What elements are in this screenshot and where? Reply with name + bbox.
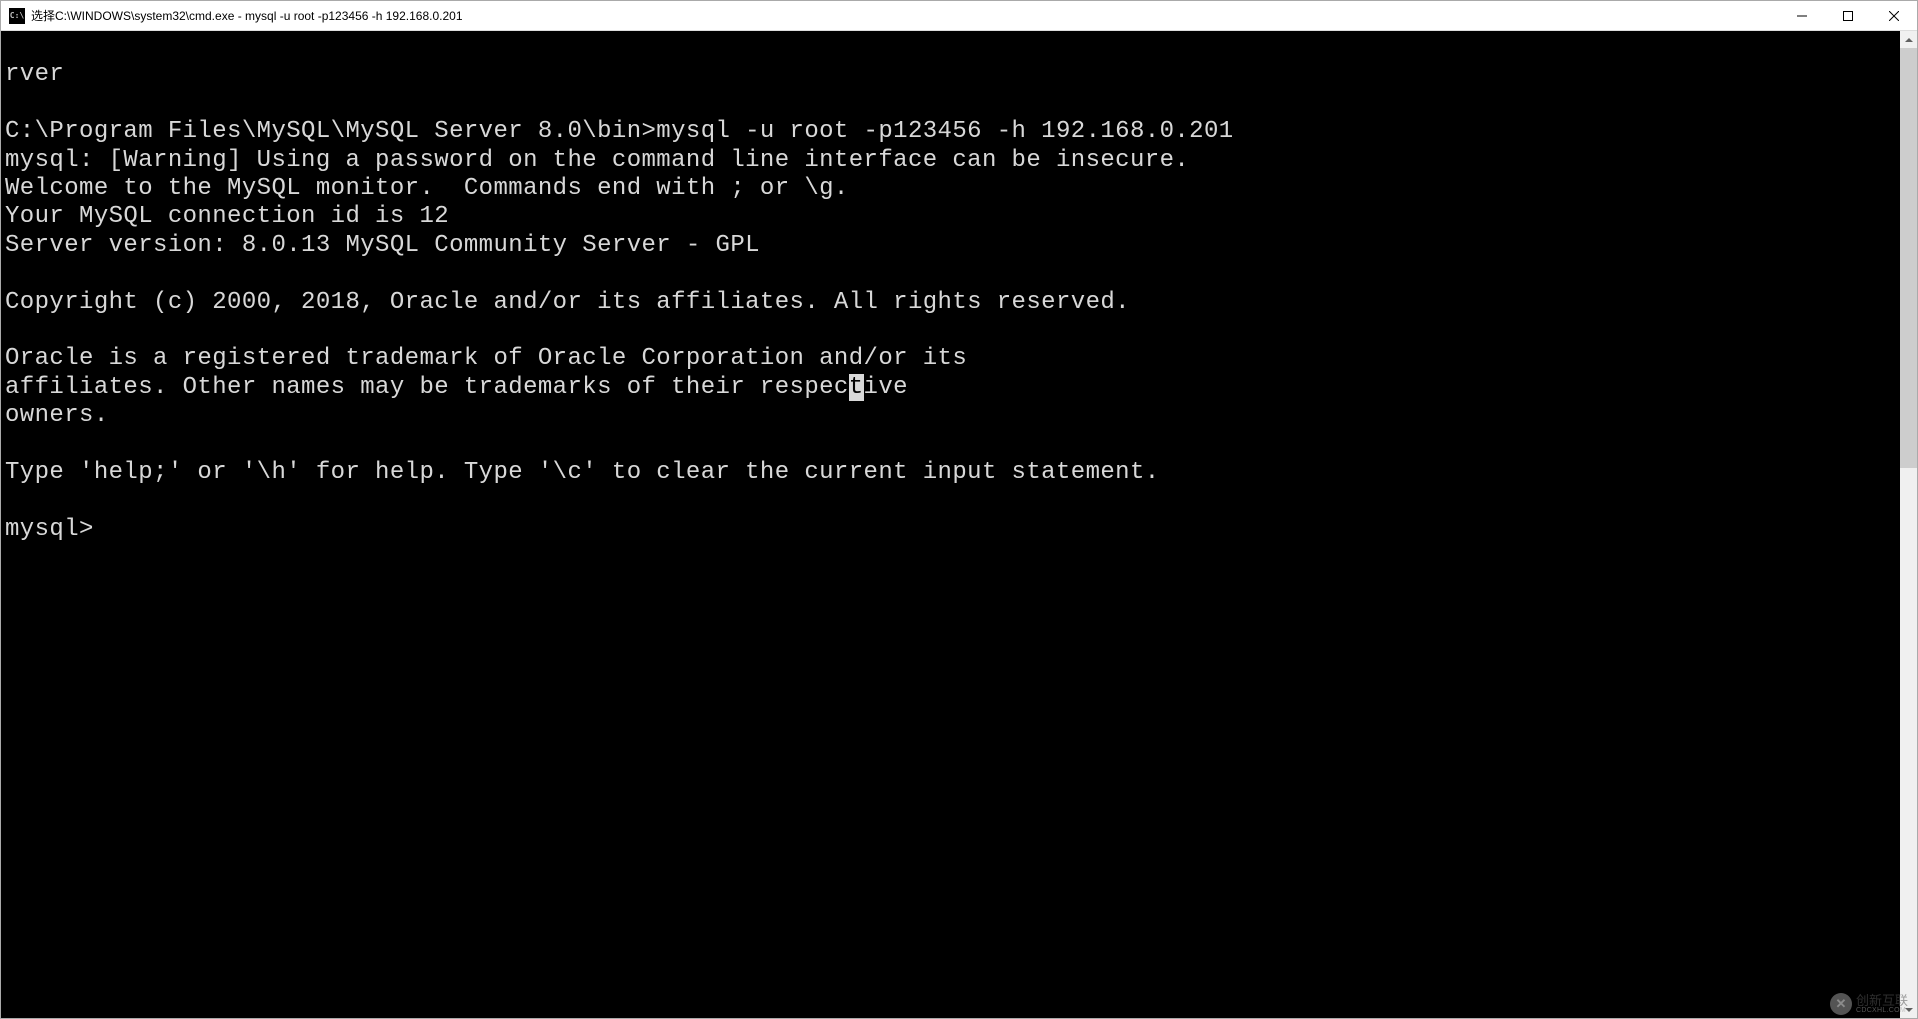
terminal-line-cursor: affiliates. Other names may be trademark… (5, 374, 908, 401)
scrollbar-thumb[interactable] (1900, 48, 1917, 468)
watermark-sub: CDCXHL.COM (1856, 1007, 1908, 1014)
terminal-line: owners. (5, 402, 109, 429)
terminal-output[interactable]: rver C:\Program Files\MySQL\MySQL Server… (1, 31, 1900, 1018)
terminal-wrapper: rver C:\Program Files\MySQL\MySQL Server… (1, 31, 1917, 1018)
scroll-up-button[interactable] (1900, 31, 1917, 48)
close-button[interactable] (1871, 1, 1917, 30)
window-controls (1779, 1, 1917, 30)
terminal-line: rver (5, 61, 64, 88)
terminal-cursor: t (849, 374, 864, 401)
terminal-text: ive (864, 374, 908, 401)
cmd-icon: C:\ (9, 8, 25, 24)
terminal-line: Copyright (c) 2000, 2018, Oracle and/or … (5, 289, 1130, 316)
watermark-icon: ✕ (1830, 993, 1852, 1015)
terminal-text: affiliates. Other names may be trademark… (5, 374, 849, 401)
terminal-prompt: mysql> (5, 516, 94, 543)
terminal-line: C:\Program Files\MySQL\MySQL Server 8.0\… (5, 118, 1234, 145)
terminal-line: Welcome to the MySQL monitor. Commands e… (5, 175, 849, 202)
terminal-line: Server version: 8.0.13 MySQL Community S… (5, 232, 760, 259)
cmd-window: C:\ 选择C:\WINDOWS\system32\cmd.exe - mysq… (0, 0, 1918, 1019)
vertical-scrollbar[interactable] (1900, 31, 1917, 1018)
terminal-line: Your MySQL connection id is 12 (5, 203, 449, 230)
window-title: 选择C:\WINDOWS\system32\cmd.exe - mysql -u… (31, 7, 1779, 24)
maximize-button[interactable] (1825, 1, 1871, 30)
terminal-line: mysql: [Warning] Using a password on the… (5, 147, 1189, 174)
watermark: ✕ 创新互联 CDCXHL.COM (1830, 993, 1908, 1015)
watermark-text: 创新互联 CDCXHL.COM (1856, 994, 1908, 1015)
watermark-main: 创新互联 (1856, 994, 1908, 1008)
terminal-line: Oracle is a registered trademark of Orac… (5, 345, 967, 372)
terminal-line: Type 'help;' or '\h' for help. Type '\c'… (5, 459, 1160, 486)
minimize-button[interactable] (1779, 1, 1825, 30)
titlebar[interactable]: C:\ 选择C:\WINDOWS\system32\cmd.exe - mysq… (1, 1, 1917, 31)
